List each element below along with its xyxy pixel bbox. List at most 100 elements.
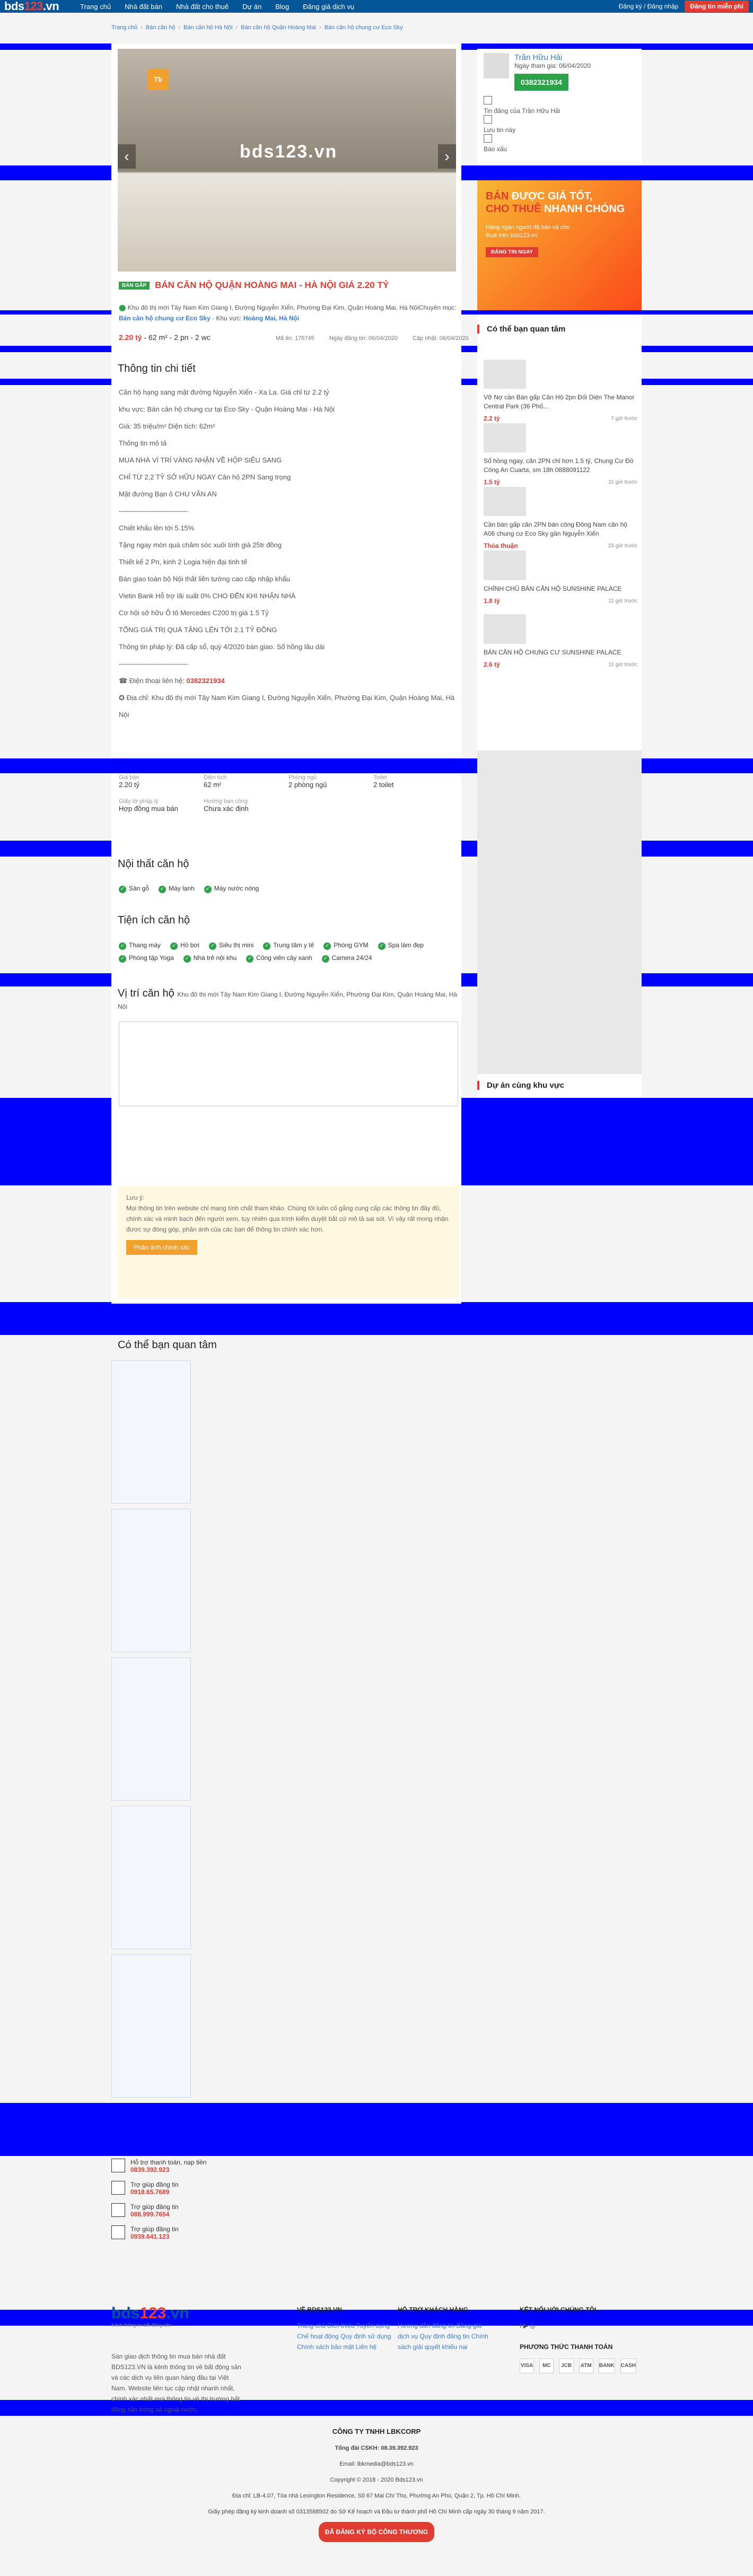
suggest-time: 23 giờ trước <box>608 543 637 549</box>
area-link[interactable]: Hoàng Mai, Hà Nội <box>243 315 299 322</box>
breadcrumb-home[interactable]: Trang chủ <box>111 24 137 31</box>
payment-method-icon: ATM <box>579 2359 593 2373</box>
promo-cta-button[interactable]: ĐĂNG TIN NGAY <box>486 247 539 257</box>
footer-col-title: VỀ BDS123.VN <box>297 2306 342 2313</box>
interior-heading: Nội thất căn hộ <box>118 858 189 870</box>
payment-method-icon: CASH <box>620 2359 636 2373</box>
breadcrumb-city[interactable]: Bán căn hộ Hà Nội <box>183 24 232 31</box>
suggest-thumbnail <box>484 551 526 580</box>
spec-item: Diện tích 62 m² <box>204 774 288 789</box>
suggest-title[interactable]: Sổ hồng ngay, căn 2PN chỉ hơn 1.5 tỷ, Ch… <box>484 457 637 475</box>
payment-method-icon: JCB <box>559 2359 574 2373</box>
related-listing-card[interactable] <box>111 1509 191 1652</box>
amenities-heading: Tiện ích căn hộ <box>118 914 190 926</box>
suggest-item[interactable]: CHÍNH CHỦ BÁN CĂN HỘ SUNSHINE PALACE 1.8 … <box>484 551 637 614</box>
amenity-item: Phòng GYM <box>323 941 368 950</box>
spec-value: Hợp đồng mua bán <box>119 805 178 813</box>
support-item: Trợ giúp đăng tin 0939.641.123 <box>111 2225 270 2240</box>
related-listing-card[interactable] <box>111 1360 191 1504</box>
suggest-price: 1.8 tỷ <box>484 597 500 605</box>
listing-code: Mã tin: 176745 <box>276 335 314 342</box>
related-listing-card[interactable] <box>111 1806 191 1949</box>
suggest-title[interactable]: Cần bán gấp căn 2PN bán công Đông Nam că… <box>484 520 637 538</box>
related-listing-card[interactable] <box>111 1954 191 2098</box>
category-link[interactable]: Bán căn hộ chung cư Eco Sky <box>119 315 211 322</box>
support-checkbox[interactable] <box>111 2181 125 2195</box>
spec-value: 2.20 tỷ <box>119 781 140 789</box>
footer-logo[interactable]: bds123.vn <box>111 2304 244 2322</box>
support-text: Trợ giúp đăng tin 0918.65.7689 <box>130 2181 179 2196</box>
save-listing-link[interactable]: Lưu tin này <box>484 115 635 134</box>
suggest-time: 7 giờ trước <box>611 416 637 422</box>
footer-about-links[interactable]: Trang chủ Giới thiệu Tuyển dụng Chế hoạt… <box>297 2322 391 2351</box>
listing-updated: Cập nhật: 06/04/2020 <box>412 335 469 342</box>
call-button[interactable]: 0382321934 <box>514 74 568 91</box>
location-map[interactable] <box>119 1021 458 1106</box>
details-heading: Thông tin chi tiết <box>118 363 196 374</box>
breadcrumb-sale[interactable]: Bán căn hộ <box>146 24 176 31</box>
post-listing-button[interactable]: Đăng tin miễn phí <box>685 1 749 12</box>
amenity-item: Phòng tập Yoga <box>119 954 174 963</box>
company-email: Email: lbkmedia@bds123.vn <box>339 2461 414 2467</box>
suggest-item[interactable]: Vỡ Nợ cần Bán gấp Căn Hộ 2pn Đối Diện Th… <box>484 360 637 423</box>
description-line: ☎ Điện thoại liên hệ: 0382321934 <box>119 677 225 685</box>
nav-blog[interactable]: Blog <box>275 3 289 11</box>
related-listing-card[interactable] <box>111 1657 191 1801</box>
description-line: Thiết kế 2 Pn, kinh 2 Logia hiện đại tin… <box>119 558 248 566</box>
projects-heading: Dự án cùng khu vực <box>477 1081 642 1090</box>
spec-value: 62 m² <box>204 781 222 789</box>
notice-title: Lưu ý: <box>126 1194 145 1201</box>
spec-label: Giá bán <box>119 774 139 781</box>
support-checkbox[interactable] <box>111 2225 125 2239</box>
suggest-title[interactable]: CHÍNH CHỦ BÁN CĂN HỘ SUNSHINE PALACE <box>484 584 637 593</box>
seller-listings-link[interactable]: Tin đăng của Trần Hữu Hải <box>484 96 635 115</box>
login-link[interactable]: Đăng ký / Đăng nhập <box>619 3 679 10</box>
support-phone[interactable]: 088.999.7654 <box>130 2211 179 2218</box>
suggest-item[interactable]: BÁN CĂN HỘ CHUNG CƯ SUNSHINE PALACE 2.6 t… <box>484 614 637 678</box>
site-logo[interactable]: bds123.vn <box>4 0 59 13</box>
contact-phone[interactable]: 0382321934 <box>185 677 224 685</box>
support-checkbox[interactable] <box>111 2203 125 2217</box>
registered-badge[interactable]: ĐÃ ĐĂNG KÝ BỘ CÔNG THƯƠNG <box>318 2522 435 2542</box>
nav-rent[interactable]: Nhà đất cho thuê <box>176 3 229 11</box>
suggest-thumbnail <box>484 423 526 452</box>
spec-label: Phòng ngủ <box>288 774 317 781</box>
suggest-item[interactable]: Sổ hồng ngay, căn 2PN chỉ hơn 1.5 tỷ, Ch… <box>484 423 637 487</box>
breadcrumb-sep: › <box>178 24 181 31</box>
nav-pricing[interactable]: Đăng giá dịch vụ <box>303 3 354 11</box>
suggest-title[interactable]: Vỡ Nợ cần Bán gấp Căn Hộ 2pn Đối Diện Th… <box>484 393 637 411</box>
support-phone[interactable]: 0939.641.123 <box>130 2233 179 2240</box>
support-text: Trợ giúp đăng tin 088.999.7654 <box>130 2203 179 2218</box>
suggest-title[interactable]: BÁN CĂN HỘ CHUNG CƯ SUNSHINE PALACE <box>484 648 637 657</box>
company-info: CÔNG TY TNHH LBKCORP Tổng đài CSKH: 08.3… <box>0 2424 753 2542</box>
promo-banner[interactable]: BÁN ĐƯỢC GIÁ TỐT, CHO THUÊ NHANH CHÓNG Hà… <box>477 180 642 310</box>
company-copyright: Copyright © 2018 - 2020 Bds123.vn <box>330 2477 423 2483</box>
spec-grid: Giá bán 2.20 tỷ Diện tích 62 m² Phòng ngủ 2 p… <box>119 774 458 813</box>
notice-box: Lưu ý: Mọi thông tin trên website chỉ ma… <box>118 1186 459 1298</box>
footer-support-links[interactable]: Hướng dẫn đăng tin Bảng giá dịch vụ Quy … <box>398 2322 488 2351</box>
nav-projects[interactable]: Dự án <box>242 3 261 11</box>
breadcrumb: Trang chủ › Bán căn hộ › Bán căn hộ Hà Nội… <box>111 24 403 31</box>
support-phone[interactable]: 0839.392.923 <box>130 2166 206 2173</box>
report-link[interactable]: Báo xấu <box>484 134 635 153</box>
gallery-next-icon[interactable]: › <box>438 144 456 169</box>
support-item: Trợ giúp đăng tin 088.999.7654 <box>111 2203 270 2218</box>
breadcrumb-project[interactable]: Bán căn hộ chung cư Eco Sky <box>325 24 403 31</box>
suggest-meta: 1.8 tỷ 11 giờ trước <box>484 597 637 606</box>
report-button[interactable]: Phản ánh chính xác <box>126 1240 198 1255</box>
nav-sale[interactable]: Nhà đất bán <box>125 3 162 11</box>
suggest-item[interactable]: Cần bán gấp căn 2PN bán công Đông Nam că… <box>484 487 637 551</box>
support-label: Trợ giúp đăng tin <box>130 2203 179 2211</box>
support-checkbox[interactable] <box>111 2159 125 2172</box>
breadcrumb-district[interactable]: Bán căn hộ Quận Hoàng Mai <box>241 24 316 31</box>
description-line: Chiết khấu lên tới 5.15% <box>119 524 195 532</box>
support-phone[interactable]: 0918.65.7689 <box>130 2188 179 2196</box>
support-label: Trợ giúp đăng tin <box>130 2181 179 2188</box>
social-icons[interactable]: f ▶ ◎ <box>520 2320 636 2331</box>
footer-col-about: VỀ BDS123.VN Trang chủ Giới thiệu Tuyển … <box>297 2304 392 2352</box>
nav-home[interactable]: Trang chủ <box>80 3 111 11</box>
description-line: TỔNG GIÁ TRỊ QUÀ TẶNG LÊN TỚI 2.1 TỶ ĐỒN… <box>119 626 277 634</box>
gallery-prev-icon[interactable]: ‹ <box>118 144 136 169</box>
spec-value: 2 toilet <box>373 781 394 789</box>
spec-item: Giấy tờ pháp lý Hợp đồng mua bán <box>119 798 204 813</box>
